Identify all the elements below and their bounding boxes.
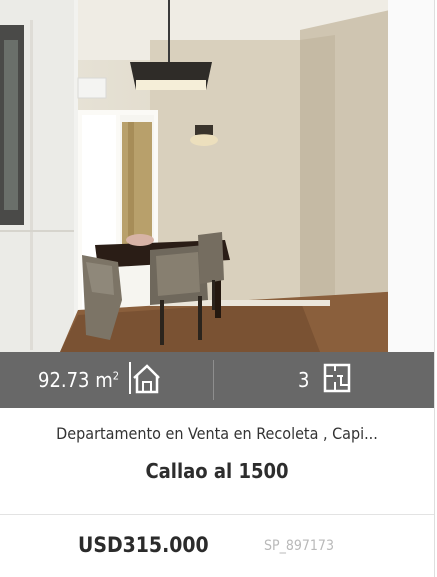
listing-title[interactable]: Departamento en Venta en Recoleta , Capi… bbox=[0, 424, 434, 443]
stats-divider bbox=[213, 360, 214, 400]
area-unit-superscript: 2 bbox=[112, 369, 120, 383]
listing-price: USD315.000 bbox=[78, 533, 209, 557]
house-icon bbox=[129, 361, 161, 399]
area-value: 92.73 m bbox=[38, 368, 113, 392]
photo-illustration bbox=[0, 0, 434, 352]
property-photo[interactable] bbox=[0, 0, 434, 352]
listing-address[interactable]: Callao al 1500 bbox=[0, 459, 434, 483]
divider bbox=[0, 514, 434, 515]
area-stat: 92.73 m2 bbox=[38, 352, 161, 408]
stats-bar: 92.73 m2 3 bbox=[0, 352, 434, 408]
property-card[interactable]: 92.73 m2 3 Departamento en Venta en Reco… bbox=[0, 0, 435, 577]
rooms-value: 3 bbox=[298, 368, 310, 392]
floorplan-icon bbox=[323, 363, 351, 397]
rooms-stat: 3 bbox=[298, 352, 351, 408]
listing-code: SP_897173 bbox=[264, 538, 334, 554]
